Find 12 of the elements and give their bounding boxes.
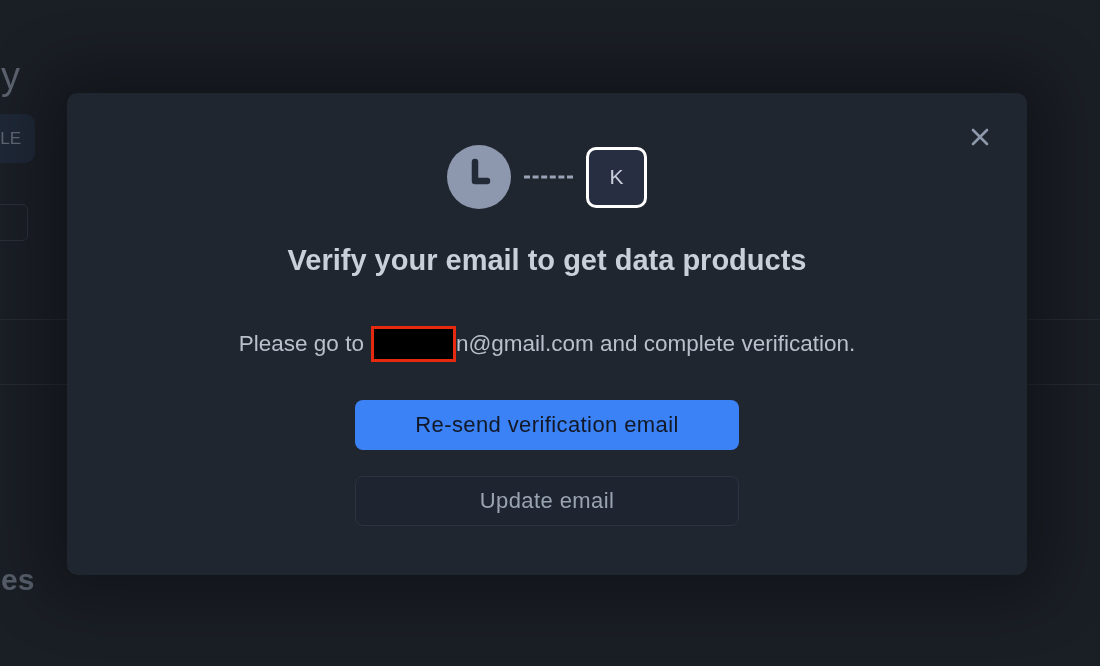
clock-icon <box>447 145 511 209</box>
resend-button[interactable]: Re-send verification email <box>355 400 739 450</box>
email-text: n@gmail.com and complete verification. <box>455 331 856 357</box>
account-avatar: K <box>586 146 647 208</box>
dashed-connector <box>524 175 573 179</box>
message-text: Please go to <box>238 331 364 357</box>
page-heading: y <box>1 56 20 96</box>
update-email-button[interactable]: Update email <box>355 476 739 526</box>
close-button[interactable] <box>969 126 991 148</box>
dialog-title: Verify your email to get data products <box>287 243 807 277</box>
section-heading: es <box>1 563 35 597</box>
page-button[interactable]: LE <box>0 114 35 163</box>
